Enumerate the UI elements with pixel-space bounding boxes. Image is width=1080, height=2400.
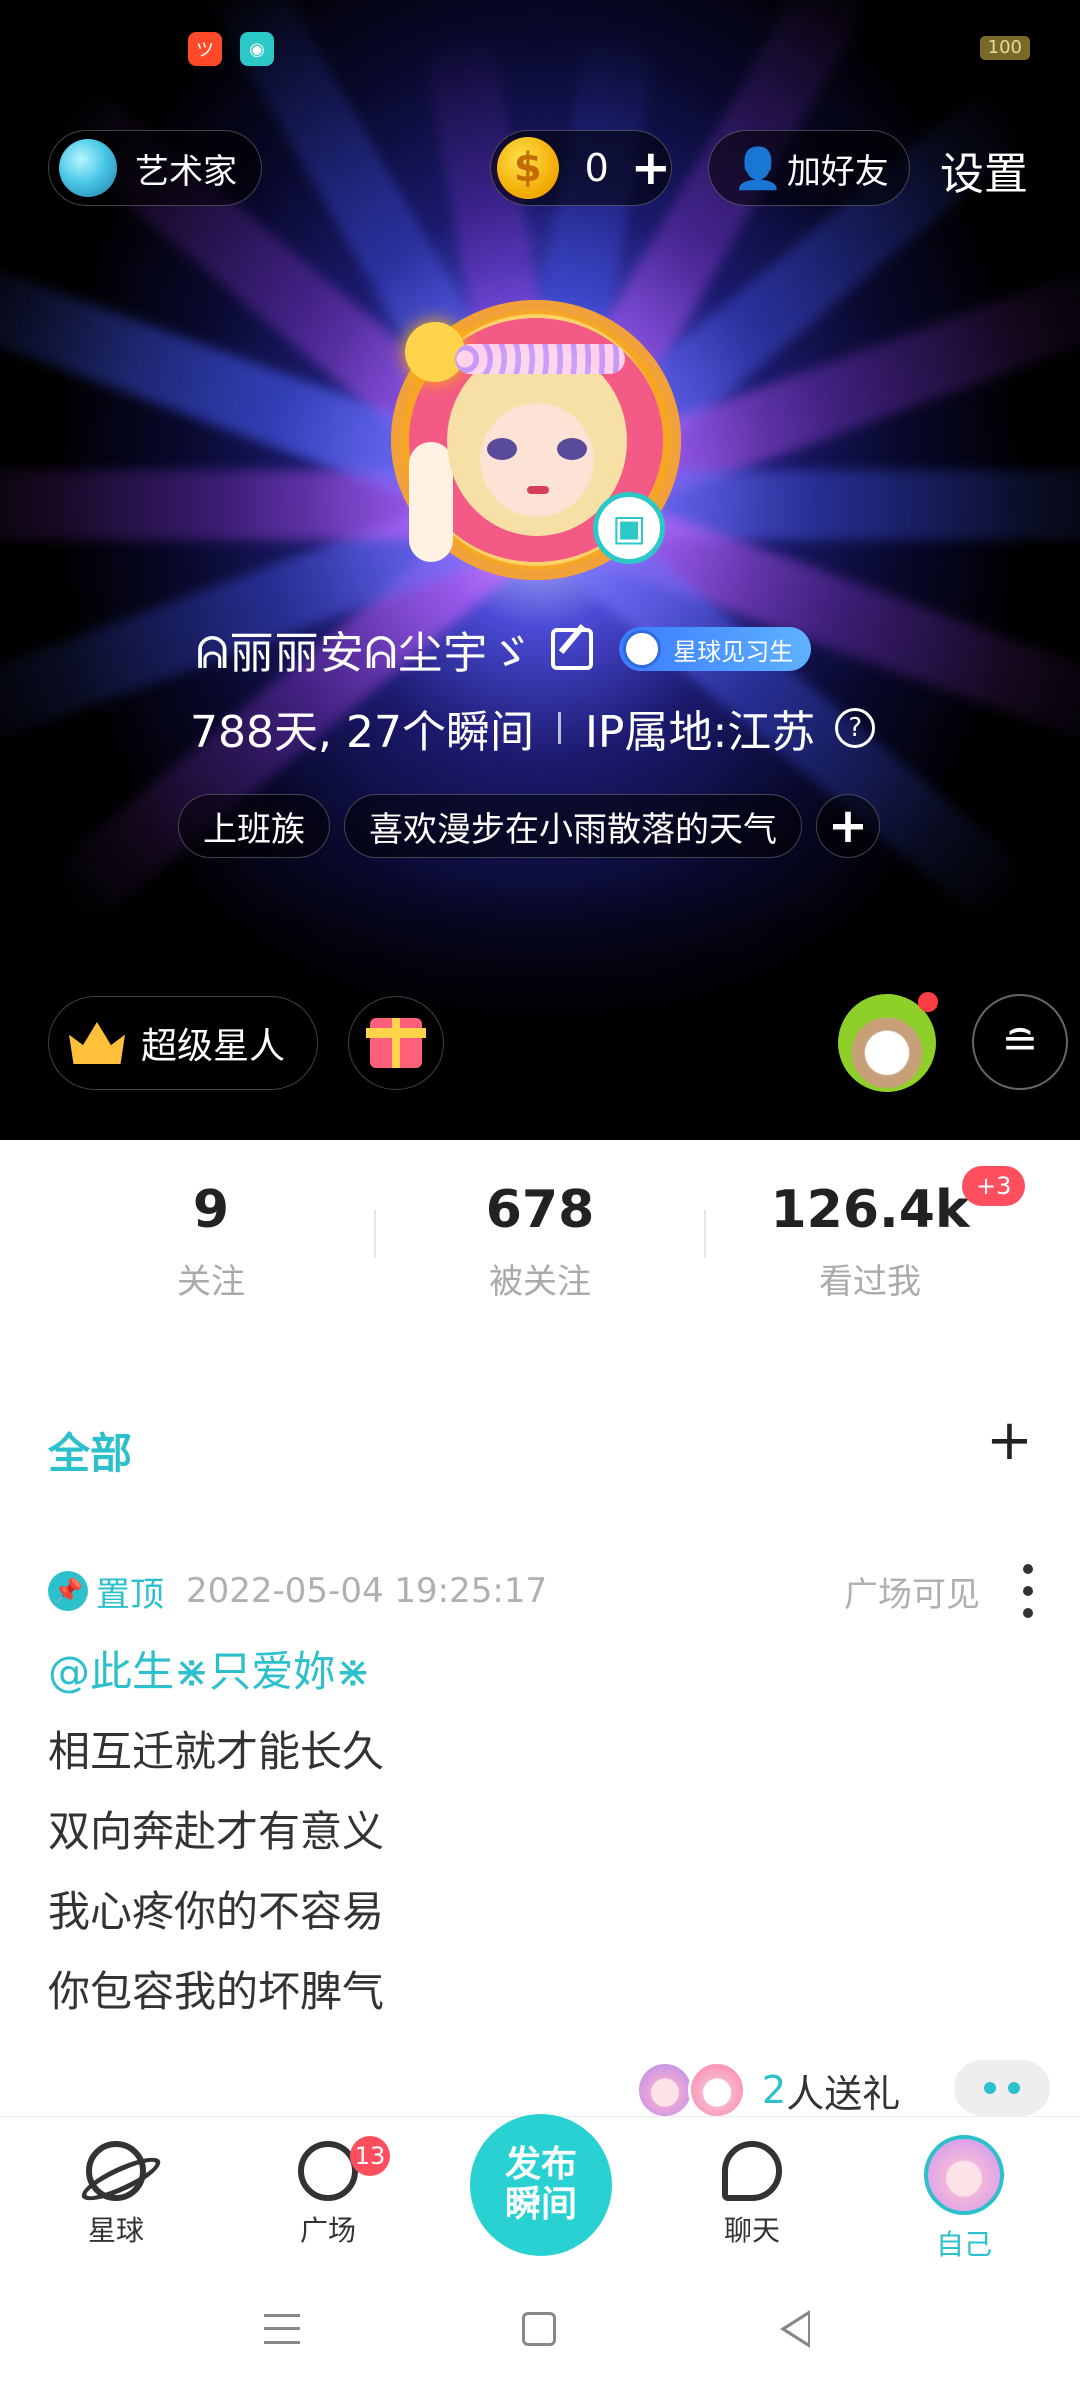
post-text-line: 我心疼你的不容易 (48, 1887, 385, 1936)
post-header: 📌 置顶 2022-05-04 19:25:17 广场可见 (48, 1564, 1038, 1618)
post-visibility: 广场可见 (844, 1574, 980, 1615)
tag-item[interactable]: 喜欢漫步在小雨散落的天气 (344, 794, 802, 858)
back-icon[interactable] (780, 2310, 810, 2348)
nav-label: 自己 (935, 2228, 992, 2261)
nav-planet[interactable]: 星球 (46, 2141, 186, 2249)
help-icon[interactable]: ? (835, 708, 876, 748)
nickname-row: ᕱ丽丽安ᕱ尘宇ゞ 星球见习生 (196, 614, 812, 684)
flower-crown-decoration (455, 344, 625, 374)
stat-value: 9 (192, 1180, 230, 1240)
post-text-line: 你包容我的坏脾气 (48, 1967, 385, 2016)
pin-icon: 📌 (48, 1571, 88, 1611)
coin-balance-button[interactable]: $ 0 + (490, 130, 672, 206)
stat-value: 678 (485, 1180, 595, 1240)
notification-dot (918, 992, 938, 1012)
square-unread-badge: 13 (350, 2136, 390, 2176)
nav-label: 星球 (87, 2214, 144, 2247)
chat-notification-icon: ◉ (240, 32, 274, 66)
add-person-icon: 👤 (733, 145, 783, 192)
ip-location: IP属地:江苏 (584, 707, 816, 758)
stat-followers[interactable]: 678 被关注 (375, 1172, 705, 1303)
settings-button[interactable]: 设置 (940, 138, 1028, 202)
post-text-line: 相互迁就才能长久 (48, 1727, 385, 1776)
profile-avatar[interactable]: ▣ (385, 292, 695, 592)
days-and-moments: 788天, 27个瞬间 (190, 707, 534, 758)
app-notification-icon: ツ (188, 32, 222, 66)
interest-tags: 上班族 喜欢漫步在小雨散落的天气 + (178, 794, 894, 858)
gifter-avatar (688, 2061, 746, 2119)
pinned-label: 置顶 (96, 1574, 164, 1615)
home-icon[interactable] (522, 2312, 556, 2346)
super-member-label: 超级星人 (141, 1026, 286, 1067)
nav-label: 聊天 (723, 2214, 780, 2247)
publish-label-line2: 瞬间 (504, 2184, 577, 2225)
divider (557, 712, 561, 744)
post-mention[interactable]: @此生⋇只爱妳⋇ (48, 1638, 370, 1699)
post-timestamp: 2022-05-04 19:25:17 (186, 1571, 548, 1611)
post-text-line: 双向奔赴才有意义 (48, 1807, 385, 1856)
robot-badge-icon: ▣ (593, 492, 665, 564)
planet-name: 艺术家 (135, 151, 237, 192)
nav-chat[interactable]: 聊天 (682, 2141, 822, 2249)
nav-label: 广场 (299, 2214, 356, 2247)
stat-label: 被关注 (489, 1262, 591, 1302)
stat-label: 关注 (177, 1262, 245, 1302)
recent-apps-icon[interactable] (264, 2314, 300, 2344)
stats-row: 9 关注 678 被关注 126.4k 看过我 (0, 1172, 1080, 1312)
more-options-icon[interactable] (1018, 1564, 1038, 1618)
gift-icon (366, 1018, 426, 1068)
stat-label: 看过我 (819, 1262, 921, 1302)
add-friend-label: 加好友 (786, 151, 889, 192)
status-bar: ツ ◉ 100 (0, 28, 1080, 68)
level-badge-label: 星球见习生 (673, 637, 794, 666)
gift-senders[interactable]: 2 人送礼 (636, 2058, 900, 2122)
publish-moment-button[interactable]: 发布 瞬间 (470, 2114, 612, 2256)
new-visitors-badge: +3 (962, 1166, 1026, 1206)
add-coins-icon: + (630, 140, 671, 196)
add-filter-button[interactable]: + (986, 1408, 1033, 1473)
system-navigation-bar (0, 2270, 1080, 2400)
super-member-button[interactable]: 超级星人 (48, 996, 318, 1090)
gift-count: 2 (762, 2068, 787, 2112)
square-icon (298, 2141, 358, 2201)
battery-indicator: 100 (979, 36, 1030, 60)
profile-meta: 788天, 27个瞬间 IP属地:江苏 ? (190, 698, 876, 758)
filter-all[interactable]: 全部 (48, 1420, 132, 1481)
planet-icon (59, 139, 117, 197)
stat-following[interactable]: 9 关注 (46, 1172, 376, 1303)
nickname: ᕱ丽丽安ᕱ尘宇ゞ (196, 628, 534, 679)
gift-button[interactable] (348, 996, 444, 1090)
my-avatar (924, 2135, 1004, 2215)
bunny-decoration (409, 442, 453, 562)
level-badge[interactable]: 星球见习生 (619, 627, 812, 671)
level-icon (623, 630, 662, 668)
coin-icon: $ (497, 137, 559, 199)
planet-icon (86, 2141, 146, 2201)
planet-selector-button[interactable]: 艺术家 (48, 130, 262, 206)
post-actions-button[interactable] (954, 2060, 1050, 2116)
crown-icon (69, 1022, 125, 1064)
coin-count: 0 (584, 146, 609, 190)
add-friend-button[interactable]: 👤 加好友 (708, 130, 910, 206)
edit-profile-icon[interactable] (551, 628, 594, 670)
nav-me[interactable]: 自己 (894, 2135, 1034, 2263)
gifter-avatar (636, 2061, 694, 2119)
chat-bubble-icon (722, 2141, 782, 2201)
tag-item[interactable]: 上班族 (178, 794, 330, 858)
gift-text: 人送礼 (786, 2071, 901, 2116)
voice-card-icon[interactable]: ≘ (972, 994, 1068, 1090)
publish-label-line1: 发布 (504, 2144, 577, 2185)
add-tag-button[interactable]: + (816, 794, 880, 858)
